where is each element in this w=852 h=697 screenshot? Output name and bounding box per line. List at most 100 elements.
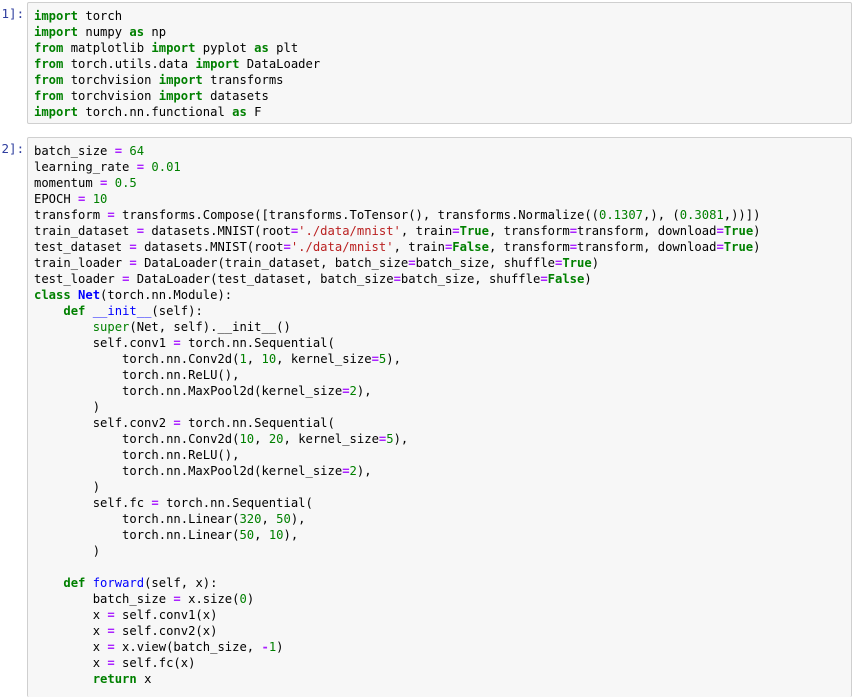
code-token: 0.3081 (679, 208, 724, 222)
code-token: ), (356, 384, 372, 398)
code-token: ) (753, 240, 761, 254)
code-line: from matplotlib import pyplot as plt (34, 40, 851, 56)
code-token: = (114, 144, 123, 158)
code-token: x.size( (180, 592, 240, 606)
code-token: = (107, 640, 115, 654)
code-token: True (562, 256, 592, 270)
code-editor[interactable]: import torch import numpy as np from matpl… (27, 2, 852, 124)
code-token: as (232, 105, 247, 119)
code-token: torch (78, 9, 123, 23)
code-token: torch.nn.Sequential( (158, 496, 313, 510)
code-text[interactable]: import torch import numpy as np from matpl… (28, 3, 851, 120)
code-token: 5 (386, 432, 394, 446)
code-token: ) (584, 272, 592, 286)
code-token: from (34, 41, 64, 55)
code-token: = (151, 496, 159, 510)
code-token: plt (268, 41, 299, 55)
code-line: torch.nn.Linear(50, 10), (34, 527, 851, 543)
code-token: = (408, 256, 416, 270)
code-line: super(Net, self).__init__() (34, 319, 851, 335)
code-token: ,))]) (723, 208, 761, 222)
code-token: forward (92, 576, 145, 590)
code-line: batch_size = x.size(0) (34, 591, 851, 607)
cell-prompt: [2]: (0, 141, 24, 156)
code-line: ) (34, 399, 851, 415)
code-token: ) (34, 544, 101, 558)
code-token: train_dataset (34, 224, 137, 238)
code-token: 0.5 (114, 176, 137, 190)
code-token: 10 (92, 192, 108, 206)
code-cell-1[interactable]: [1]: import torchimport numpy as npfrom … (0, 0, 852, 126)
code-token: torch.nn.Conv2d( (34, 432, 240, 446)
code-token: ), (356, 464, 372, 478)
code-cell-2[interactable]: [2]: batch_size = 64learning_rate = 0.01… (0, 135, 852, 697)
code-token: from (34, 73, 64, 87)
code-token: self.conv1(x) (114, 608, 218, 622)
code-token: learning_rate (34, 160, 137, 174)
code-token: def (63, 304, 86, 318)
code-line: torch.nn.ReLU(), (34, 447, 851, 463)
code-line: torch.nn.MaxPool2d(kernel_size=2), (34, 383, 851, 399)
code-token: = (283, 240, 291, 254)
code-token: (Net, self).__init__() (129, 320, 291, 334)
code-token: = (371, 352, 379, 366)
code-token: torch.nn.ReLU(), (34, 448, 240, 462)
code-token: ) (276, 640, 284, 654)
code-text[interactable]: batch_size = 64 learning_rate = 0.01 momen… (28, 138, 851, 687)
code-token: , (261, 512, 277, 526)
code-token: = (129, 240, 137, 254)
code-token: transforms (202, 73, 284, 87)
code-token: x.view(batch_size, (114, 640, 262, 654)
code-token: , train (400, 224, 453, 238)
code-token: 2 (349, 384, 357, 398)
code-token: , (254, 432, 269, 446)
code-token: return (92, 672, 137, 686)
code-token: transform, download (577, 224, 717, 238)
code-line: torch.nn.ReLU(), (34, 367, 851, 383)
code-token: = (393, 272, 401, 286)
code-token: 0.1307 (599, 208, 644, 222)
code-line: def __init__(self): (34, 303, 851, 319)
code-token: transforms.Compose([transforms.ToTensor(… (114, 208, 599, 222)
code-token: torch.nn.MaxPool2d(kernel_size (34, 384, 343, 398)
code-line: momentum = 0.5 (34, 175, 851, 191)
code-token: ) (591, 256, 600, 270)
code-token: , transform (488, 224, 570, 238)
code-token: torch.utils.data (63, 57, 196, 71)
code-token: import (34, 9, 79, 23)
code-editor[interactable]: batch_size = 64 learning_rate = 0.01 momen… (27, 137, 852, 697)
code-token: ) (246, 592, 255, 606)
code-line: torch.nn.Conv2d(1, 10, kernel_size=5), (34, 351, 851, 367)
code-line: test_dataset = datasets.MNIST(root='./da… (34, 239, 851, 255)
code-token: matplotlib (63, 41, 152, 55)
code-token: 50 (239, 528, 255, 542)
code-token: 0 (239, 592, 247, 606)
code-token: False (452, 240, 489, 254)
code-token: 1 (239, 352, 247, 366)
code-token: import (195, 57, 240, 71)
code-line: self.fc = torch.nn.Sequential( (34, 495, 851, 511)
code-token: F (246, 105, 262, 119)
code-line: class Net(torch.nn.Module): (34, 287, 851, 303)
code-token: train_loader (34, 256, 130, 270)
code-token: torch.nn.Sequential( (180, 416, 335, 430)
code-token: (torch.nn.Module): (100, 288, 233, 302)
code-token: super (92, 320, 130, 334)
code-token: True (459, 224, 489, 238)
code-token: = (716, 240, 724, 254)
code-token: 10 (268, 528, 284, 542)
code-token: True (723, 224, 754, 238)
code-token: import (151, 41, 196, 55)
code-token: test_loader (34, 272, 123, 286)
code-token: 320 (239, 512, 262, 526)
code-token: 10 (261, 352, 277, 366)
code-token: ), (290, 512, 306, 526)
code-token: = (173, 416, 181, 430)
code-token: import (158, 89, 203, 103)
code-token: = (540, 272, 548, 286)
code-line: import torch.nn.functional as F (34, 104, 851, 120)
